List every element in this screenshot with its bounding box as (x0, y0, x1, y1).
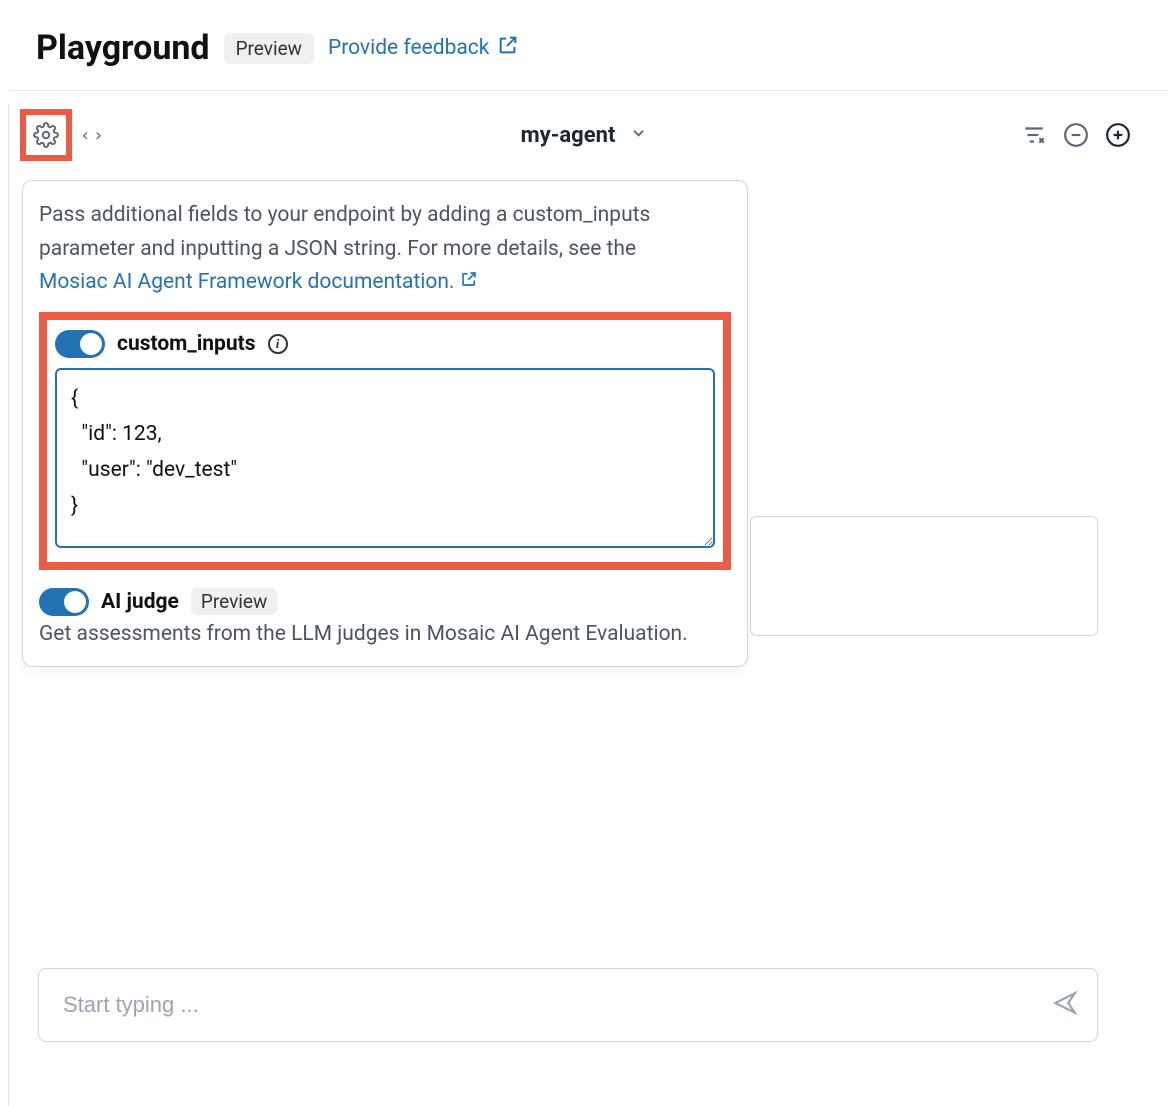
feedback-link-label: Provide feedback (328, 36, 489, 60)
gear-highlight-box (20, 109, 72, 161)
clear-filter-icon[interactable] (1020, 121, 1048, 149)
info-icon[interactable]: i (268, 334, 288, 354)
gear-icon[interactable] (32, 121, 60, 149)
custom-inputs-toggle-row: custom_inputs i (55, 330, 715, 358)
ai-judge-preview-badge: Preview (191, 588, 277, 615)
external-link-icon (460, 266, 478, 300)
settings-popover: Pass additional fields to your endpoint … (22, 180, 748, 667)
page-title: Playground (36, 28, 210, 68)
chat-input-wrapper (38, 968, 1098, 1042)
chevron-left-icon: ‹ (80, 125, 91, 146)
external-link-icon (497, 34, 519, 62)
ai-judge-desc: Get assessments from the LLM judges in M… (39, 622, 731, 646)
chevron-down-icon (629, 123, 647, 148)
preview-badge: Preview (224, 33, 314, 64)
send-button[interactable] (1052, 990, 1078, 1020)
send-icon (1052, 1001, 1078, 1020)
custom-inputs-description: Pass additional fields to your endpoint … (39, 199, 731, 300)
ai-judge-toggle[interactable] (39, 588, 89, 616)
page-header: Playground Preview Provide feedback (0, 0, 1168, 90)
custom-inputs-highlight-box: custom_inputs i (39, 312, 731, 570)
documentation-link[interactable]: Mosiac AI Agent Framework documentation. (39, 266, 478, 300)
agent-selector[interactable]: my-agent (521, 123, 648, 148)
ai-judge-label: AI judge (101, 590, 179, 614)
agent-name-label: my-agent (521, 123, 616, 148)
desc-prefix: Pass additional fields to your endpoint … (39, 203, 650, 261)
doc-link-text: Mosiac AI Agent Framework documentation. (39, 266, 454, 300)
minus-circle-icon[interactable] (1062, 121, 1090, 149)
left-divider (8, 104, 9, 1106)
custom-inputs-json-field[interactable] (55, 368, 715, 548)
custom-inputs-label: custom_inputs (117, 332, 256, 356)
chat-input[interactable] (38, 968, 1098, 1042)
playground-toolbar: ‹ › my-agent (0, 91, 1168, 167)
chevron-right-icon: › (93, 125, 104, 146)
provide-feedback-link[interactable]: Provide feedback (328, 34, 519, 62)
toolbar-right-group (1020, 121, 1132, 149)
code-toggle-button[interactable]: ‹ › (80, 125, 104, 146)
custom-inputs-toggle[interactable] (55, 330, 105, 358)
response-area-placeholder (750, 516, 1098, 636)
plus-circle-icon[interactable] (1104, 121, 1132, 149)
ai-judge-toggle-row: AI judge Preview (39, 588, 731, 616)
